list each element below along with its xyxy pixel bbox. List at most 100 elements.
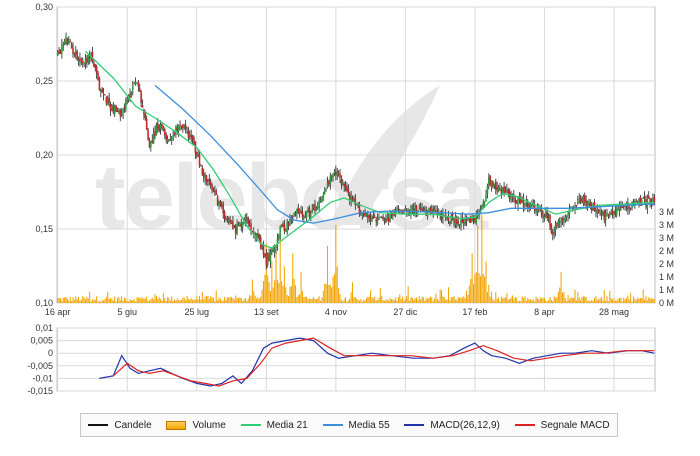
- candle-body: [198, 154, 201, 166]
- candle-body: [232, 221, 234, 229]
- candle-body: [501, 187, 504, 193]
- volume-bar: [222, 300, 224, 303]
- candle-body: [348, 194, 351, 200]
- candle-body: [166, 139, 169, 142]
- volume-bar: [648, 297, 650, 303]
- candle-body: [176, 127, 179, 131]
- candle-body: [311, 209, 313, 213]
- candle-body: [337, 172, 340, 174]
- candle-body: [428, 207, 430, 212]
- volume-bar: [108, 299, 110, 303]
- volume-bar: [368, 296, 370, 303]
- volume-bar: [420, 299, 422, 303]
- volume-bar: [516, 297, 518, 303]
- candle-body: [499, 188, 501, 191]
- volume-bar: [464, 298, 466, 303]
- volume-bar: [205, 296, 208, 303]
- volume-bar: [126, 301, 128, 303]
- candle-body: [507, 189, 510, 194]
- volume-bar: [431, 297, 433, 303]
- volume-bar: [605, 300, 607, 303]
- volume-bar: [160, 298, 162, 303]
- candle-body: [316, 206, 319, 209]
- volume-bar: [133, 299, 135, 303]
- volume-bar: [365, 298, 367, 303]
- legend-item-macd-signal[interactable]: Segnale MACD: [514, 420, 610, 431]
- volume-bar: [542, 297, 544, 303]
- volume-bar: [257, 297, 259, 303]
- volume-bar: [96, 296, 98, 303]
- macd-tick-label: 0: [48, 348, 53, 358]
- volume-bar: [331, 287, 333, 303]
- volume-bar: [482, 273, 484, 303]
- volume-bar: [410, 297, 412, 303]
- candle-body: [328, 181, 330, 185]
- volume-bar: [500, 296, 502, 303]
- volume-bar: [370, 290, 372, 303]
- candle-body: [101, 88, 103, 93]
- legend-item-candles[interactable]: Candele: [88, 420, 152, 431]
- volume-bar: [107, 291, 109, 303]
- volume-bar: [390, 299, 392, 303]
- volume-bar: [543, 297, 545, 303]
- candle-body: [341, 182, 344, 185]
- volume-bar: [598, 299, 600, 303]
- candle-body: [284, 230, 287, 232]
- legend-item-macd[interactable]: MACD(26,12,9): [404, 419, 500, 431]
- volume-bar: [382, 300, 384, 303]
- legend-label: Volume: [192, 419, 226, 431]
- candle-body: [629, 208, 632, 209]
- volume-bar: [343, 299, 345, 303]
- candle-body: [240, 223, 243, 228]
- candle-body: [239, 222, 241, 226]
- candle-body: [179, 124, 181, 126]
- candle-body: [234, 225, 237, 234]
- volume-bar: [422, 297, 424, 303]
- candle-body: [86, 57, 88, 63]
- volume-bar: [118, 297, 120, 303]
- volume-bar: [276, 279, 278, 303]
- volume-bar: [491, 291, 493, 303]
- candle-body: [220, 204, 223, 206]
- legend-label: MACD(26,12,9): [430, 419, 500, 431]
- legend-item-ma55[interactable]: Media 55: [322, 420, 390, 431]
- candle-body: [607, 214, 610, 216]
- candle-body: [365, 214, 368, 217]
- volume-bar: [609, 290, 611, 303]
- volume-bar: [175, 300, 177, 303]
- volume-bar: [653, 299, 655, 303]
- candle-body: [79, 58, 81, 62]
- legend-item-volume[interactable]: Volume: [166, 419, 226, 431]
- volume-bar: [201, 291, 203, 303]
- volume-bar: [573, 297, 575, 303]
- candle-body: [244, 215, 247, 223]
- volume-bar: [249, 295, 251, 303]
- candle-body: [372, 215, 375, 219]
- candle-body: [205, 175, 208, 182]
- candle-body: [404, 208, 407, 211]
- volume-bar: [232, 298, 234, 303]
- volume-bar: [349, 298, 351, 303]
- candle-body: [177, 125, 180, 131]
- volume-bar: [411, 297, 413, 303]
- legend-item-ma21[interactable]: Media 21: [240, 420, 308, 431]
- volume-bar: [130, 299, 132, 303]
- volume-bar: [283, 266, 285, 303]
- candle-body: [556, 223, 558, 226]
- volume-bar: [395, 297, 397, 303]
- candle-body: [325, 189, 327, 191]
- x-tick-label: 8 apr: [534, 307, 555, 317]
- volume-bar: [403, 300, 405, 303]
- volume-bar: [324, 283, 326, 303]
- candle-body: [189, 134, 191, 138]
- candle-body: [182, 124, 184, 129]
- volume-bar: [645, 296, 647, 303]
- volume-bar: [239, 297, 241, 303]
- volume-bar: [192, 299, 194, 303]
- volume-bar: [125, 298, 127, 303]
- volume-bar: [614, 300, 616, 303]
- candle-body: [294, 213, 297, 215]
- volume-bar: [549, 297, 551, 303]
- candle-body: [596, 209, 599, 214]
- volume-bar: [432, 301, 434, 303]
